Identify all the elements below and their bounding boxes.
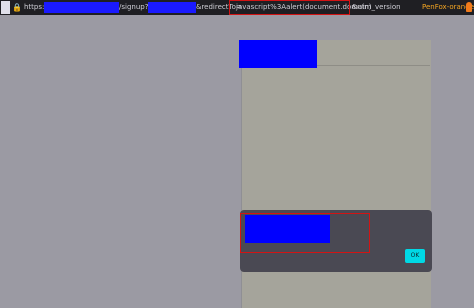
redacted-logo — [239, 40, 317, 68]
shield-icon[interactable] — [1, 1, 10, 14]
lock-icon[interactable]: 🔒 — [12, 0, 22, 15]
profile-flame-icon[interactable] — [466, 2, 472, 12]
url-utm-param: &utm_version — [352, 3, 401, 11]
ok-button[interactable]: OK — [405, 249, 425, 263]
payload-highlight-box — [229, 0, 350, 15]
url-path-signup: /signup? — [119, 3, 149, 11]
redacted-domain — [44, 2, 119, 13]
address-bar[interactable]: 🔒 https:// /signup? &redirectTo= javascr… — [0, 0, 474, 15]
redacted-signup-param — [148, 2, 196, 13]
message-highlight-box — [240, 213, 370, 253]
